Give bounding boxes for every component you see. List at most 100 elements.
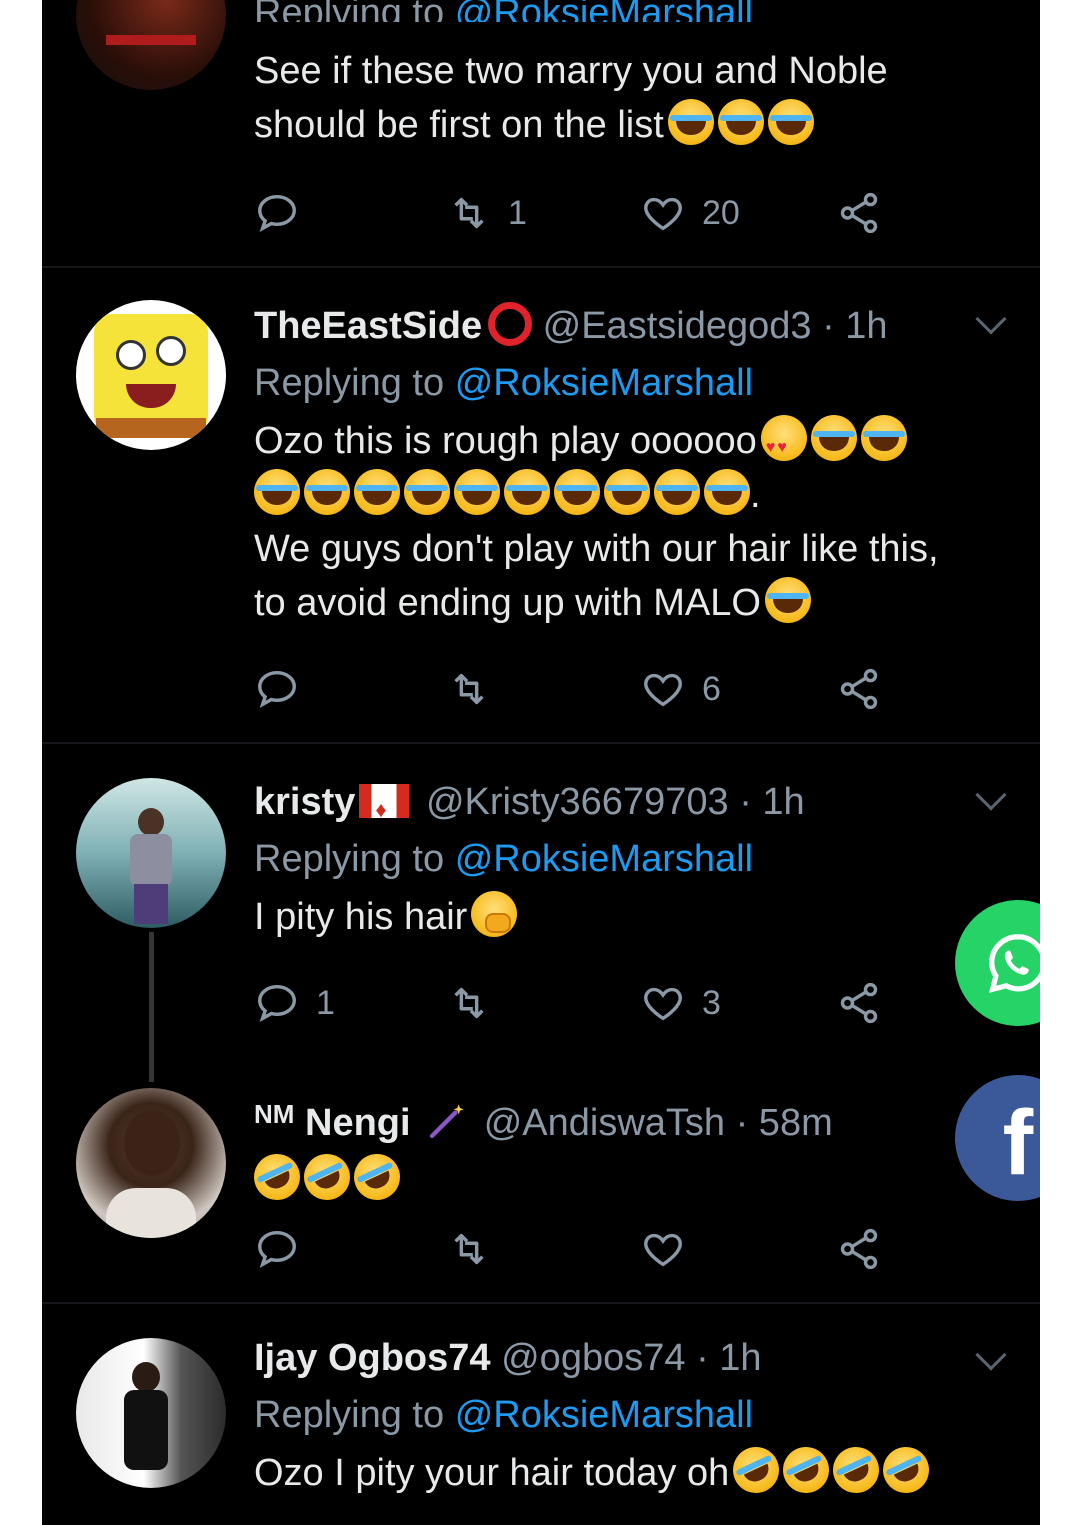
user-handle[interactable]: @AndiswaTsh [484,1102,725,1144]
tweet-2[interactable]: TheEastSide @Eastsidegod3 · 1h Replying … [42,268,1040,742]
user-handle[interactable]: @Eastsidegod3 [543,305,812,347]
tears-of-joy-icon [717,99,764,145]
tweet-header: Ijay Ogbos74 @ogbos74 · 1h [254,1334,1014,1382]
replying-to-label: Replying to [254,838,445,880]
user-handle[interactable]: @ogbos74 [501,1337,685,1379]
heart-icon [644,673,682,707]
retweet-button[interactable] [446,978,508,1028]
timestamp: · 1h [822,305,888,347]
tweet-5[interactable]: Ijay Ogbos74 @ogbos74 · 1h Replying to @… [42,1304,1040,1525]
display-name[interactable]: kristy [254,781,355,823]
retweet-icon [454,673,484,705]
tears-of-joy-icon [810,415,857,461]
tears-of-joy-icon [604,469,650,515]
tears-of-joy-icon [504,469,550,515]
tears-of-joy-icon [254,469,300,515]
tweet-4[interactable]: NM Nengi @AndiswaTsh · 58m [42,1076,1040,1302]
retweet-button[interactable]: 1 [446,188,527,238]
tweet-actions: 6 [254,664,954,714]
red-circle-icon [488,302,533,346]
reply-handle-link[interactable]: @RoksieMarshall [455,362,753,404]
retweet-icon [454,197,484,229]
replying-to: Replying to @RoksieMarshall [254,834,1014,884]
whatsapp-icon [989,934,1040,993]
avatar[interactable] [76,1338,226,1488]
tears-of-joy-icon [764,577,811,623]
avatar[interactable] [76,1088,226,1238]
retweet-icon [454,987,484,1019]
tweet-actions [254,1224,954,1274]
reply-handle-link[interactable]: @RoksieMarshall [455,1394,753,1436]
like-button[interactable]: 20 [640,188,740,238]
facebook-icon: f [1002,1092,1034,1194]
timestamp: · 58m [735,1102,833,1144]
tweet-text: See if these two marry you and Noble sho… [254,44,1014,152]
tweet-3[interactable]: kristy @Kristy36679703 · 1h Replying to … [42,744,1040,1076]
avatar[interactable] [76,0,226,90]
reply-button[interactable] [254,188,316,238]
replying-to-label: Replying to [254,1394,445,1436]
tweet-text: Ozo I pity your hair today oh [254,1439,1014,1501]
tweet-text-line: Ozo I pity your hair today oh [254,1439,1014,1501]
heart-icon [644,987,682,1021]
reply-button[interactable] [254,1224,316,1274]
rolling-laughing-icon [875,1439,937,1501]
share-icon [840,982,878,1024]
tweet-actions: 1 20 [254,188,954,238]
timestamp: · 1h [696,1337,762,1379]
retweet-button[interactable] [446,1224,508,1274]
reply-button[interactable] [254,664,316,714]
tweet-text-line: See if these two marry you and Noble [254,50,888,92]
tears-of-joy-icon [667,99,714,145]
like-count: 3 [702,983,721,1022]
reply-icon [258,1230,296,1268]
like-button[interactable] [640,1224,702,1274]
display-name[interactable]: TheEastSide [254,305,482,347]
tweet-text [246,1146,1014,1208]
tweet-text-line: Ozo this is rough play oooooo [254,414,1014,475]
user-handle[interactable]: @Kristy36679703 [426,781,729,823]
reply-icon [258,984,296,1022]
reply-handle-link[interactable]: @RoksieMarshall [455,0,753,22]
display-name[interactable]: Ijay Ogbos74 [254,1337,491,1379]
share-button[interactable] [836,1224,882,1274]
tears-of-joy-icon [454,469,500,515]
share-icon [840,192,878,234]
tweet-text-line [246,1146,1014,1208]
tears-of-joy-icon [304,469,350,515]
avatar[interactable] [76,300,226,450]
tweet-text: Ozo this is rough play oooooo . We guys … [254,414,1014,630]
replying-to: Replying to @RoksieMarshall [254,0,1014,22]
share-button[interactable] [836,664,882,714]
tweet-header: TheEastSide @Eastsidegod3 · 1h [254,302,1014,350]
avatar[interactable] [76,778,226,928]
display-name[interactable]: Nengi [305,1102,411,1144]
reply-icon [258,194,296,232]
share-button[interactable] [836,978,882,1028]
replying-to: Replying to @RoksieMarshall [254,358,1014,408]
tears-of-joy-icon [354,469,400,515]
heart-icon [644,197,682,231]
wand-icon [429,1104,464,1139]
like-button[interactable]: 6 [640,664,721,714]
name-prefix: NM [254,1099,295,1129]
heart-eyes-icon [760,415,807,475]
like-count: 6 [702,669,721,708]
canada-flag-icon [359,784,410,834]
tweet-header: kristy @Kristy36679703 · 1h [254,778,1014,834]
tweet-header: NM Nengi @AndiswaTsh · 58m [254,1090,1014,1147]
heart-icon [644,1233,682,1267]
like-button[interactable]: 3 [640,978,721,1028]
like-count: 20 [702,193,740,232]
rolling-laughing-icon [725,1439,787,1501]
reply-handle-link[interactable]: @RoksieMarshall [455,838,753,880]
share-icon [840,668,878,710]
tweet-replies-screen: Replying to @RoksieMarshall See if these… [42,0,1040,1525]
share-button[interactable] [836,188,882,238]
rolling-laughing-icon [825,1439,887,1501]
retweet-button[interactable] [446,664,508,714]
reply-button[interactable]: 1 [254,978,335,1028]
tweet-text-line: . [254,468,1014,522]
tweet-1[interactable]: Replying to @RoksieMarshall See if these… [42,0,1040,266]
tears-of-joy-icon [654,469,700,515]
